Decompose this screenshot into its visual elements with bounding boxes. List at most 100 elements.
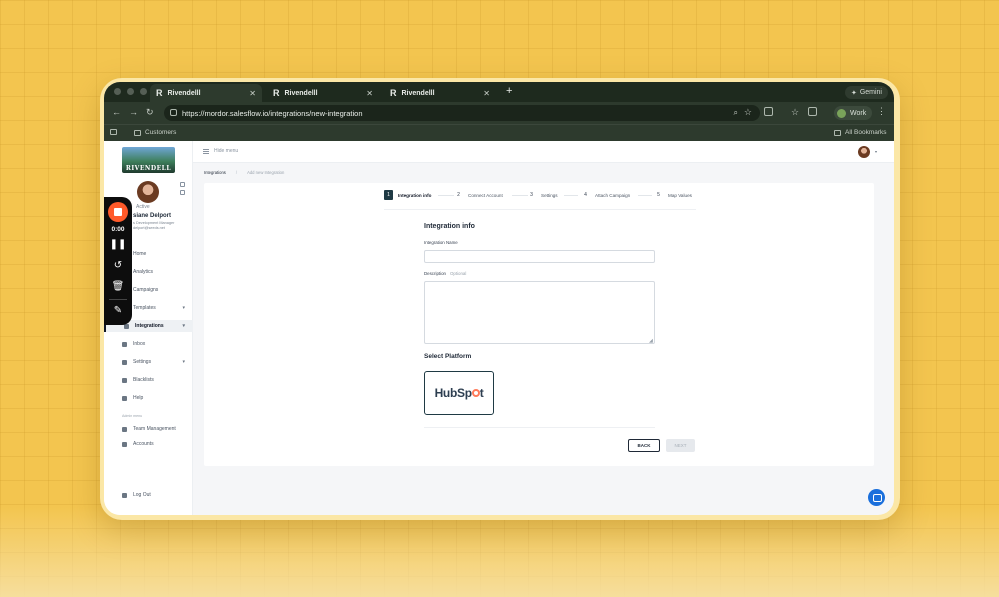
form-divider bbox=[424, 427, 655, 428]
chevron-down-icon: ▾ bbox=[182, 305, 185, 311]
description-textarea[interactable] bbox=[424, 281, 655, 344]
tab-favicon-icon: R bbox=[273, 88, 280, 98]
breadcrumb-separator: / bbox=[235, 170, 238, 175]
tab-close-icon[interactable]: ✕ bbox=[483, 89, 490, 98]
chat-support-icon[interactable] bbox=[868, 489, 885, 506]
bookmarks-bar: Customers All Bookmarks bbox=[104, 124, 894, 141]
sparkle-icon: ✦ bbox=[850, 89, 857, 97]
resize-grip-icon[interactable]: ◢ bbox=[649, 338, 653, 344]
sidebar-item-analytics[interactable]: Analytics bbox=[122, 266, 193, 278]
breadcrumb-integrations[interactable]: Integrations bbox=[204, 170, 226, 175]
all-bookmarks[interactable]: All Bookmarks bbox=[834, 129, 887, 136]
window-controls[interactable] bbox=[114, 88, 147, 95]
hide-menu-button[interactable]: Hide menu bbox=[203, 148, 238, 154]
browser-tab-3[interactable]: R Rivendelll ✕ bbox=[384, 84, 496, 102]
extensions-icon[interactable] bbox=[764, 107, 773, 116]
bookmark-star-icon[interactable]: ☆ bbox=[744, 107, 752, 118]
browser-tab-2[interactable]: R Rivendelll ✕ bbox=[267, 84, 379, 102]
sidebar-item-inbox[interactable]: Inbox bbox=[122, 338, 193, 350]
profile-button[interactable]: Work bbox=[834, 106, 873, 120]
team-icon bbox=[122, 426, 127, 432]
restart-icon[interactable]: ↺ bbox=[104, 260, 132, 271]
hubspot-platform-option[interactable]: HubSp t bbox=[424, 371, 494, 415]
step-settings[interactable]: 3 Settings bbox=[527, 190, 558, 200]
rivendell-logo[interactable]: RIVENDELL bbox=[122, 147, 175, 173]
pen-icon[interactable]: ✎ bbox=[104, 305, 132, 316]
accounts-icon bbox=[122, 441, 127, 447]
step-attach-campaign[interactable]: 4 Attach Campaign bbox=[581, 190, 630, 200]
logout-button[interactable]: Log Out bbox=[122, 489, 193, 501]
tab-title: Rivendelll bbox=[167, 89, 201, 97]
profile-avatar-icon bbox=[837, 108, 846, 118]
inbox-icon bbox=[122, 341, 127, 347]
reading-list-star-icon[interactable]: ☆ bbox=[791, 107, 799, 118]
sidebar-item-blacklists[interactable]: Blacklists bbox=[122, 374, 193, 386]
trash-icon[interactable]: 🗑 bbox=[104, 281, 132, 292]
optional-hint: Optional bbox=[449, 271, 467, 276]
site-settings-icon[interactable] bbox=[170, 109, 177, 116]
step-connect-account[interactable]: 2 Connect Account bbox=[454, 190, 503, 200]
hamburger-icon bbox=[203, 148, 209, 154]
browser-tab-1[interactable]: R Rivendelll ✕ bbox=[150, 84, 262, 102]
forward-arrow-icon[interactable]: → bbox=[129, 107, 138, 117]
step-connector bbox=[438, 195, 454, 196]
app-topbar: Hide menu ▾ bbox=[193, 141, 894, 163]
user-avatar[interactable] bbox=[137, 181, 159, 203]
hubspot-sprocket-icon bbox=[471, 389, 480, 398]
app-viewport: RIVENDELL Active siane Delport s Develop… bbox=[104, 141, 894, 515]
sidebar-item-accounts[interactable]: Accounts bbox=[122, 438, 193, 450]
gemini-button[interactable]: ✦ Gemini bbox=[844, 86, 888, 99]
back-arrow-icon[interactable]: ← bbox=[112, 107, 121, 117]
sidebar-item-campaigns[interactable]: Campaigns bbox=[122, 284, 193, 296]
sidebar-item-templates[interactable]: Templates ▾ bbox=[122, 302, 193, 314]
integration-form-card: 1 Integration info 2 Connect Account 3 S… bbox=[204, 183, 874, 466]
profile-label: Work bbox=[850, 109, 867, 117]
breadcrumb-current: Add new Integration bbox=[247, 170, 285, 175]
reload-icon[interactable]: ↻ bbox=[146, 107, 154, 118]
wizard-stepper: 1 Integration info 2 Connect Account 3 S… bbox=[384, 188, 696, 206]
browser-menu-icon[interactable]: ⋮ bbox=[877, 106, 886, 117]
chevron-down-icon: ▾ bbox=[182, 323, 185, 329]
step-connector bbox=[564, 195, 578, 196]
user-card-icon[interactable] bbox=[180, 190, 185, 195]
next-button[interactable]: NEXT bbox=[666, 439, 695, 452]
breadcrumb: Integrations / Add new Integration bbox=[204, 170, 284, 175]
address-bar[interactable]: https://mordor.salesflow.io/integrations… bbox=[164, 105, 760, 121]
blacklist-icon bbox=[122, 377, 127, 383]
apps-grid-icon[interactable] bbox=[110, 129, 117, 135]
minimize-window-icon[interactable] bbox=[127, 88, 134, 95]
zoom-icon[interactable]: ⌕ bbox=[734, 108, 738, 118]
user-settings-icon[interactable] bbox=[180, 182, 185, 187]
stop-recording-button[interactable] bbox=[108, 202, 128, 222]
tab-close-icon[interactable]: ✕ bbox=[366, 89, 373, 98]
step-map-values[interactable]: 5 Map Values bbox=[654, 190, 692, 200]
tab-bar: R Rivendelll ✕ R Rivendelll ✕ R Rivendel… bbox=[104, 82, 894, 102]
gemini-label: Gemini bbox=[859, 89, 882, 96]
folder-icon bbox=[134, 129, 141, 136]
maximize-window-icon[interactable] bbox=[140, 88, 147, 95]
integration-name-label: Integration Name bbox=[424, 240, 458, 245]
new-tab-plus-icon[interactable]: + bbox=[506, 85, 512, 97]
step-integration-info[interactable]: 1 Integration info bbox=[384, 190, 431, 200]
sidebar-item-settings[interactable]: Settings ▾ bbox=[122, 356, 193, 368]
sidebar-item-team-management[interactable]: Team Management bbox=[122, 423, 193, 435]
close-window-icon[interactable] bbox=[114, 88, 121, 95]
chevron-down-icon: ▾ bbox=[182, 359, 185, 365]
account-avatar[interactable] bbox=[858, 146, 870, 158]
bookmark-customers[interactable]: Customers bbox=[134, 129, 176, 136]
step-connector bbox=[638, 195, 652, 196]
integration-name-input[interactable] bbox=[424, 250, 655, 263]
background-fade bbox=[0, 507, 999, 597]
pause-icon[interactable]: ❚❚ bbox=[104, 239, 132, 250]
tab-close-icon[interactable]: ✕ bbox=[249, 89, 256, 98]
sidebar-item-help[interactable]: Help bbox=[122, 392, 193, 404]
user-role: s Development Manager bbox=[133, 221, 175, 225]
tab-favicon-icon: R bbox=[390, 88, 397, 98]
browser-window: R Rivendelll ✕ R Rivendelll ✕ R Rivendel… bbox=[104, 82, 894, 515]
chevron-down-icon[interactable]: ▾ bbox=[875, 149, 877, 154]
hubspot-logo: HubSp t bbox=[434, 386, 484, 400]
back-button[interactable]: BACK bbox=[628, 439, 660, 452]
sidebar-item-home[interactable]: Home bbox=[122, 248, 193, 260]
status-label: Active bbox=[136, 204, 150, 210]
side-panel-icon[interactable] bbox=[808, 107, 817, 116]
